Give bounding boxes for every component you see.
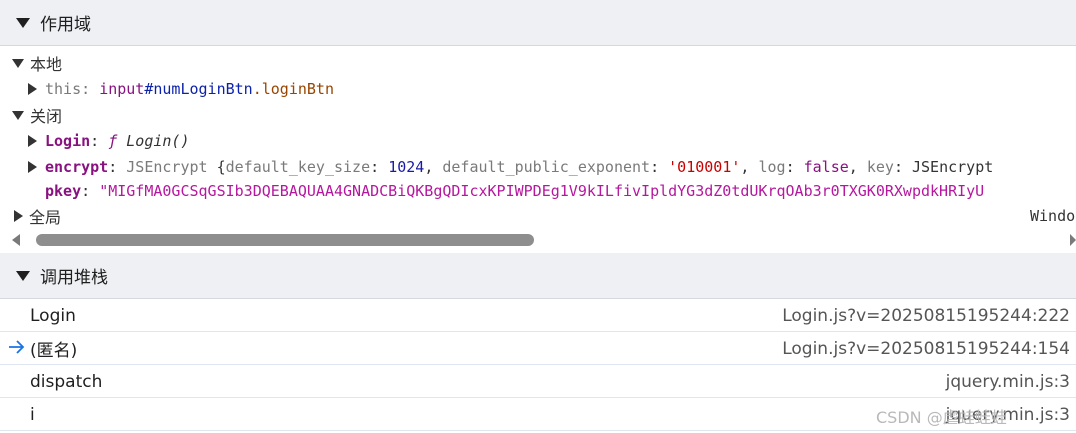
encrypt-brace: { <box>216 158 226 176</box>
scope-pkey-row[interactable]: pkey: "MIGfMA0GCSqGSIb3DQEBAQUAA4GNADCBi… <box>45 178 984 204</box>
encrypt-prop-value: 1024 <box>388 158 425 176</box>
collapse-triangle-icon[interactable] <box>16 270 30 281</box>
scope-global-row[interactable]: 全局 <box>14 203 61 227</box>
encrypt-prop-key: key <box>866 158 894 176</box>
pkey-value: "MIGfMA0GCSqGSIb3DQEBAQUAA4GNADCBiQKBgQD… <box>99 182 985 200</box>
encrypt-prop-value: '010001' <box>668 158 741 176</box>
frame-location[interactable]: Login.js?v=20250815195244:154 <box>782 339 1070 359</box>
scroll-right-icon[interactable] <box>1070 234 1076 246</box>
scope-this-row[interactable]: this: input #numLoginBtn .loginBtn <box>28 76 334 102</box>
scope-local-label: 本地 <box>30 55 63 74</box>
scope-local-row[interactable]: 本地 <box>12 50 62 76</box>
frame-location[interactable]: Login.js?v=20250815195244:222 <box>782 306 1070 326</box>
encrypt-prop-key: log <box>758 158 786 176</box>
frame-name: (匿名) <box>30 341 78 361</box>
frame-name: Login <box>30 305 76 326</box>
frame-name: dispatch <box>30 371 103 392</box>
pkey-key: pkey <box>45 182 82 200</box>
scope-section-header[interactable]: 作用域 <box>0 0 1076 46</box>
login-key: Login <box>45 132 91 150</box>
scope-login-row[interactable]: Login: ƒ Login() <box>28 128 190 154</box>
scope-global-label: 全局 <box>29 208 62 227</box>
expand-triangle-icon[interactable] <box>28 83 37 95</box>
horizontal-scrollbar[interactable] <box>0 228 1076 252</box>
callstack-section-header[interactable]: 调用堆栈 <box>0 253 1076 299</box>
scope-encrypt-row[interactable]: encrypt: JSEncrypt { default_key_size: 1… <box>28 154 993 180</box>
encrypt-prop-key: default_key_size <box>225 158 371 176</box>
expand-triangle-icon[interactable] <box>12 58 24 68</box>
expand-triangle-icon[interactable] <box>28 135 37 147</box>
callstack-frame[interactable]: Login Login.js?v=20250815195244:222 <box>0 300 1076 332</box>
collapse-triangle-icon[interactable] <box>16 17 30 28</box>
callstack-frame[interactable]: dispatch jquery.min.js:3 <box>0 366 1076 398</box>
expand-triangle-icon[interactable] <box>28 161 37 173</box>
frame-name: i <box>30 404 35 425</box>
this-key: this <box>45 80 82 98</box>
scrollbar-thumb[interactable] <box>36 234 534 246</box>
scroll-left-icon[interactable] <box>12 234 20 246</box>
function-icon: ƒ <box>108 132 118 150</box>
callstack-section-title: 调用堆栈 <box>40 268 108 288</box>
expand-triangle-icon[interactable] <box>14 210 23 222</box>
scope-closure-label: 关闭 <box>30 107 63 126</box>
callstack-frame-current[interactable]: (匿名) Login.js?v=20250815195244:154 <box>0 333 1076 365</box>
scope-closure-row[interactable]: 关闭 <box>12 102 62 128</box>
encrypt-key: encrypt <box>45 158 109 176</box>
login-value: Login() <box>126 132 190 150</box>
scope-section-title: 作用域 <box>40 15 91 35</box>
expand-triangle-icon[interactable] <box>12 110 24 120</box>
watermark: CSDN @虐蛙蛙蛙 <box>876 408 1007 427</box>
right-arrow-icon <box>8 339 26 360</box>
encrypt-prop-value: false <box>803 158 849 176</box>
encrypt-prop-key: default_public_exponent <box>442 158 651 176</box>
frame-location[interactable]: jquery.min.js:3 <box>946 372 1070 392</box>
this-value-id: #numLoginBtn <box>144 80 253 98</box>
scope-global-value: Windo <box>1030 207 1076 225</box>
scope-tree: 本地 this: input #numLoginBtn .loginBtn 关闭 L… <box>0 47 1076 227</box>
encrypt-type: JSEncrypt <box>126 158 208 176</box>
this-value-tag: input <box>99 80 145 98</box>
this-value-class: .loginBtn <box>252 80 334 98</box>
encrypt-prop-value: JSEncrypt <box>912 158 994 176</box>
